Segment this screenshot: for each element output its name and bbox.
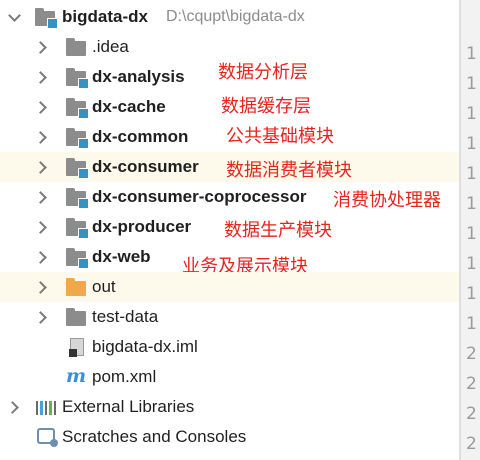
- chevron-right-icon[interactable]: [6, 401, 19, 414]
- annotation-note: 消费协处理器: [333, 190, 441, 211]
- tree-item-label: test-data: [92, 307, 159, 326]
- library-icon: [36, 399, 57, 415]
- line-number: 2: [466, 344, 477, 364]
- tree-item-label: dx-cache: [92, 97, 166, 116]
- chevron-right-icon[interactable]: [34, 41, 47, 54]
- line-number: 1: [466, 104, 477, 124]
- tree-item-iml-file[interactable]: bigdata-dx.iml: [0, 332, 460, 362]
- line-number: 1: [466, 314, 477, 334]
- tree-item-label: pom.xml: [92, 367, 157, 386]
- line-number: 1: [466, 284, 477, 304]
- tree-item-label: dx-consumer-coprocessor: [92, 187, 307, 206]
- project-tree: bigdata-dx D:\cqupt\bigdata-dx .idea dx-…: [0, 0, 460, 460]
- chevron-down-icon[interactable]: [8, 9, 21, 22]
- tree-item-label: .idea: [92, 37, 129, 56]
- module-folder-icon: [66, 98, 89, 119]
- tree-item-label: External Libraries: [62, 397, 195, 416]
- annotation-note: 数据消费者模块: [226, 160, 352, 181]
- module-folder-icon: [66, 218, 89, 239]
- folder-icon: [66, 308, 86, 326]
- chevron-right-icon[interactable]: [34, 191, 47, 204]
- line-number: 1: [466, 194, 477, 214]
- line-number: 1: [466, 224, 477, 244]
- project-path: D:\cqupt\bigdata-dx: [166, 8, 305, 25]
- tree-item-label: dx-analysis: [92, 67, 185, 86]
- chevron-right-icon[interactable]: [34, 131, 47, 144]
- module-folder-icon: [66, 188, 89, 209]
- chevron-right-icon[interactable]: [34, 251, 47, 264]
- chevron-right-icon[interactable]: [34, 281, 47, 294]
- module-folder-icon: [66, 248, 89, 269]
- module-folder-icon: [66, 158, 89, 179]
- annotation-note: 数据生产模块: [224, 220, 332, 241]
- chevron-right-icon[interactable]: [34, 221, 47, 234]
- line-number: 2: [466, 434, 477, 454]
- line-number: 2: [466, 404, 477, 424]
- tree-item-label: dx-producer: [92, 217, 192, 236]
- tree-item-label: dx-common: [92, 127, 189, 146]
- annotation-note: 数据分析层: [218, 62, 308, 83]
- module-folder-icon: [66, 68, 89, 89]
- chevron-right-icon[interactable]: [34, 101, 47, 114]
- line-number: 1: [466, 44, 477, 64]
- annotation-note: 数据缓存层: [221, 96, 311, 117]
- scratches-icon: [37, 428, 58, 447]
- tree-item-label: Scratches and Consoles: [62, 427, 247, 446]
- editor-gutter: 1 1 1 1 1 1 1 1 1 1 2 2 2 2: [460, 0, 480, 460]
- tree-item-label: bigdata-dx.iml: [92, 337, 198, 356]
- chevron-right-icon[interactable]: [34, 311, 47, 324]
- tree-root-project[interactable]: bigdata-dx D:\cqupt\bigdata-dx: [0, 2, 460, 32]
- project-name: bigdata-dx: [62, 7, 148, 26]
- iml-file-icon: [69, 338, 84, 357]
- tree-item-scratches[interactable]: Scratches and Consoles: [0, 422, 460, 452]
- tree-item-out[interactable]: out: [0, 272, 460, 302]
- module-folder-icon: [66, 128, 89, 149]
- chevron-right-icon[interactable]: [34, 161, 47, 174]
- line-number: 1: [466, 74, 477, 94]
- tree-item-external-libraries[interactable]: External Libraries: [0, 392, 460, 422]
- chevron-right-icon[interactable]: [34, 71, 47, 84]
- annotation-note: 公共基础模块: [226, 126, 334, 147]
- tree-item-test-data[interactable]: test-data: [0, 302, 460, 332]
- tree-item-label: dx-consumer: [92, 157, 199, 176]
- folder-icon: [66, 38, 86, 56]
- module-folder-icon: [35, 8, 58, 29]
- line-number: 1: [466, 134, 477, 154]
- line-number: 1: [466, 164, 477, 184]
- excluded-folder-icon: [66, 278, 86, 296]
- tree-item-label: dx-web: [92, 247, 151, 266]
- tree-item-label: out: [92, 277, 116, 296]
- line-number: 1: [466, 254, 477, 274]
- maven-icon: m: [66, 365, 87, 387]
- line-number: 2: [466, 374, 477, 394]
- tree-item-pom-xml[interactable]: m pom.xml: [0, 362, 460, 392]
